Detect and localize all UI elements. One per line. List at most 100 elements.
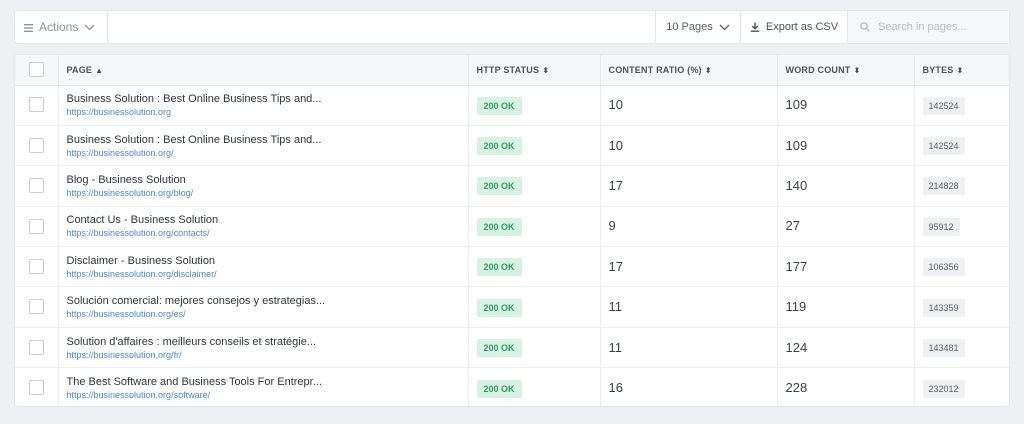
table-row: Solution d'affaires : meilleurs conseils… [15, 327, 1009, 369]
row-select-cell [15, 165, 59, 207]
http-status-cell: 200 OK [468, 367, 601, 406]
column-header-word-count[interactable]: WORD COUNT ⬍ [777, 55, 915, 86]
page-url-link[interactable]: https://businessolution.org/disclaimer/ [67, 268, 468, 280]
row-select-cell [15, 367, 59, 406]
export-label: Export as CSV [765, 21, 839, 33]
http-status-cell: 200 OK [468, 286, 601, 328]
sort-asc-icon: ▲ [95, 65, 104, 75]
column-header-label: CONTENT RATIO (%) [608, 64, 702, 75]
export-csv-button[interactable]: Export as CSV [740, 11, 847, 43]
status-badge: 200 OK [476, 258, 522, 277]
column-header-content-ratio[interactable]: CONTENT RATIO (%) ⬍ [600, 55, 778, 86]
word-count-value: 140 [785, 177, 808, 193]
page-cell: Disclaimer - Business Solution https://b… [58, 246, 469, 288]
search-icon [860, 21, 870, 33]
content-ratio-cell: 10 [600, 85, 778, 126]
page-title: Business Solution : Best Online Business… [66, 133, 322, 146]
page-cell: Blog - Business Solution https://busines… [58, 165, 469, 207]
content-ratio-cell: 10 [600, 125, 778, 167]
bytes-badge: 142524 [922, 137, 965, 156]
page-url-link[interactable]: https://businessolution.org [67, 106, 468, 118]
bytes-cell: 95912 [914, 206, 1009, 248]
page-url-link[interactable]: https://businessolution.org/software/ [67, 389, 468, 401]
row-checkbox[interactable] [28, 137, 44, 153]
table-row: Business Solution : Best Online Business… [15, 85, 1009, 126]
row-checkbox[interactable] [28, 97, 44, 113]
row-checkbox[interactable] [28, 299, 44, 315]
word-count-cell: 124 [777, 327, 915, 369]
status-badge: 200 OK [476, 339, 522, 358]
status-badge: 200 OK [476, 379, 522, 398]
word-count-value: 177 [785, 258, 808, 274]
bytes-cell: 142524 [914, 85, 1009, 126]
bytes-cell: 142524 [914, 125, 1009, 167]
row-select-cell [15, 327, 59, 369]
search-box[interactable] [847, 11, 1009, 43]
page-url-link[interactable]: https://businessolution.org/contacts/ [67, 227, 468, 239]
page-cell: Solution d'affaires : meilleurs conseils… [58, 327, 469, 369]
status-badge: 200 OK [476, 96, 522, 115]
pages-per-view-dropdown[interactable]: 10 Pages [655, 11, 740, 43]
table-row: Solución comercial: mejores consejos y e… [15, 286, 1009, 328]
word-count-value: 228 [785, 380, 808, 396]
page-title: Solution d'affaires : meilleurs conseils… [66, 335, 317, 348]
content-ratio-value: 11 [608, 339, 623, 355]
content-ratio-value: 9 [608, 218, 616, 234]
bytes-badge: 95912 [922, 217, 960, 236]
word-count-value: 109 [785, 97, 808, 113]
status-badge: 200 OK [476, 177, 522, 196]
column-header-label: WORD COUNT [785, 64, 851, 75]
column-header-label: HTTP STATUS [476, 64, 540, 75]
page-url-link[interactable]: https://businessolution.org/es/ [67, 308, 468, 320]
column-header-http-status[interactable]: HTTP STATUS ⬍ [468, 55, 601, 86]
word-count-cell: 119 [777, 286, 915, 328]
content-ratio-cell: 11 [600, 286, 778, 328]
column-header-label: BYTES [922, 64, 954, 75]
row-select-cell [15, 125, 59, 167]
chevron-down-icon [84, 20, 95, 34]
page-url-link[interactable]: https://businessolution.org/blog/ [67, 187, 468, 199]
content-ratio-cell: 17 [600, 165, 778, 207]
word-count-cell: 228 [777, 367, 915, 406]
row-select-cell [15, 286, 59, 328]
http-status-cell: 200 OK [468, 246, 601, 288]
column-header-label: PAGE [66, 64, 93, 75]
page-cell: Solución comercial: mejores consejos y e… [58, 286, 469, 328]
row-checkbox[interactable] [28, 259, 44, 275]
sort-both-icon: ⬍ [853, 65, 861, 75]
page-url-link[interactable]: https://businessolution.org/ [67, 147, 468, 159]
word-count-cell: 109 [777, 125, 915, 167]
table-row: Business Solution : Best Online Business… [15, 125, 1009, 167]
menu-lines-icon [24, 20, 33, 34]
bytes-cell: 143359 [914, 286, 1009, 328]
page-url-link[interactable]: https://businessolution.org/fr/ [67, 349, 468, 361]
bytes-badge: 106356 [922, 258, 965, 277]
table-row: The Best Software and Business Tools For… [15, 367, 1009, 406]
page-title: The Best Software and Business Tools For… [66, 376, 322, 389]
bytes-cell: 106356 [914, 246, 1009, 288]
word-count-value: 119 [785, 299, 807, 315]
page-title: Contact Us - Business Solution [66, 214, 219, 227]
page-title: Disclaimer - Business Solution [66, 254, 216, 267]
search-input[interactable] [878, 21, 998, 33]
bytes-badge: 232012 [922, 379, 965, 398]
http-status-cell: 200 OK [468, 327, 601, 369]
status-badge: 200 OK [476, 298, 522, 317]
bytes-badge: 214828 [922, 177, 965, 196]
pages-table: PAGE ▲ HTTP STATUS ⬍ CONTENT RATIO (%) ⬍ WO… [15, 55, 1009, 406]
select-all-checkbox[interactable] [28, 62, 44, 78]
chevron-down-icon [719, 21, 730, 33]
table-header-row: PAGE ▲ HTTP STATUS ⬍ CONTENT RATIO (%) ⬍ WO… [15, 55, 1009, 86]
row-checkbox[interactable] [28, 178, 44, 194]
word-count-value: 27 [785, 218, 800, 234]
sort-both-icon: ⬍ [956, 65, 964, 75]
row-checkbox[interactable] [28, 380, 44, 396]
column-header-bytes[interactable]: BYTES ⬍ [914, 55, 1009, 86]
row-checkbox[interactable] [28, 218, 44, 234]
column-header-page[interactable]: PAGE ▲ [58, 55, 469, 86]
actions-dropdown[interactable]: Actions [15, 11, 108, 43]
row-checkbox[interactable] [28, 339, 44, 355]
toolbar: Actions 10 Pages Export as CSV [14, 10, 1010, 44]
http-status-cell: 200 OK [468, 206, 601, 248]
